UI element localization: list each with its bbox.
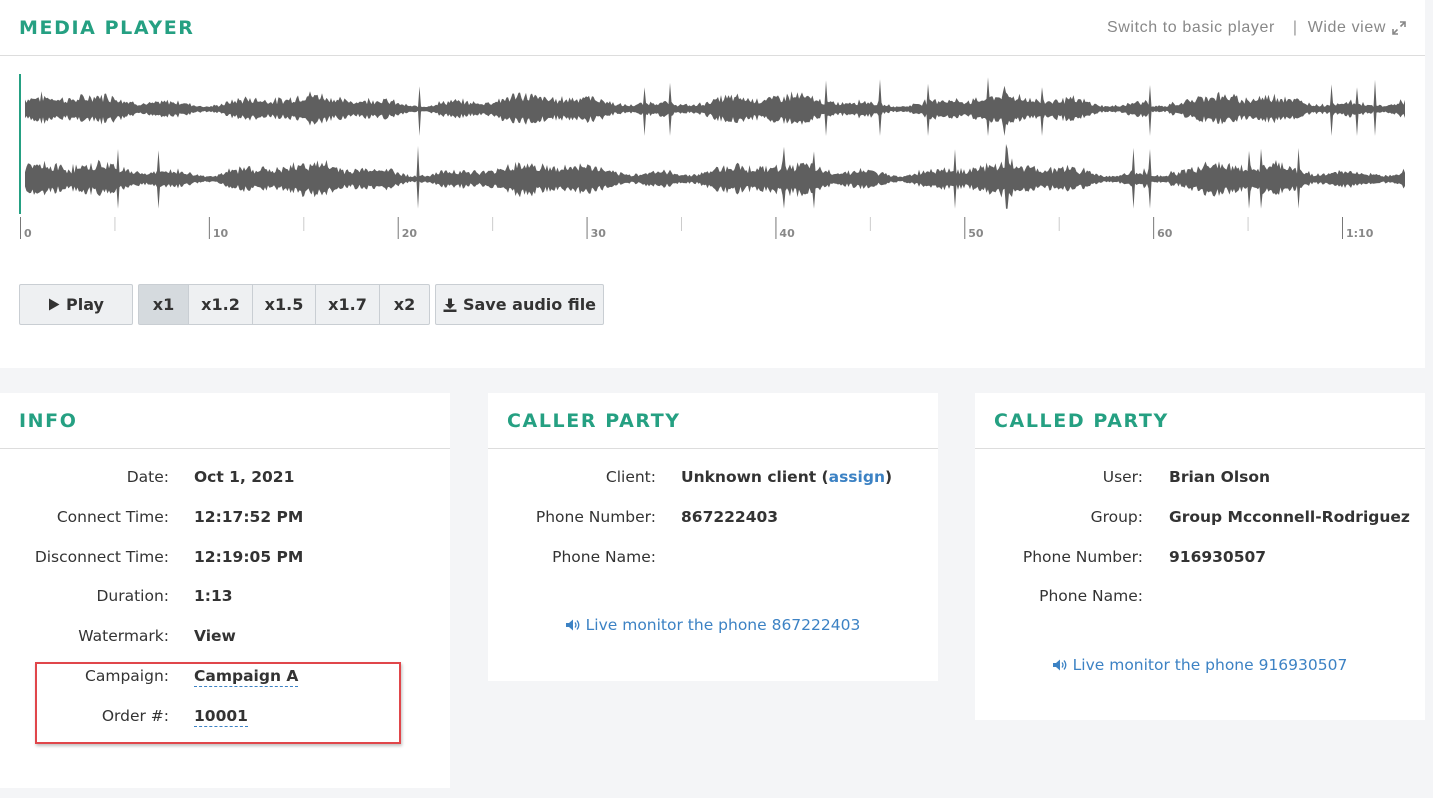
called-rows: User: Brian Olson Group: Group Mcconnell… [975,468,1425,627]
called-header: CALLED PARTY [975,393,1425,449]
header-separator: | [1292,18,1298,36]
speed-button-x1-7[interactable]: x1.7 [315,284,380,325]
disconnect-time-label: Disconnect Time: [34,547,169,566]
timeline-label: 40 [779,227,795,240]
playhead-cursor[interactable] [19,74,21,214]
media-player-panel: MEDIA PLAYER Switch to basic player | Wi… [0,0,1425,368]
user-label: User: [1102,468,1143,486]
info-row-connect: Connect Time: 12:17:52 PM [0,508,450,548]
client-text: Unknown client ( [681,468,829,486]
timeline-label: 20 [402,227,418,240]
group-label: Group: [1090,507,1143,526]
called-title: CALLED PARTY [994,409,1169,432]
info-row-disconnect: Disconnect Time: 12:19:05 PM [0,548,450,588]
info-row-watermark: Watermark: View [0,627,450,667]
speed-button-x2[interactable]: x2 [379,284,430,325]
download-icon [443,298,457,312]
caller-phone-label: Phone Number: [535,507,656,526]
date-value: Oct 1, 2021 [194,468,295,486]
expand-icon[interactable] [1392,20,1406,35]
player-controls: Play x1 x1.2 x1.5 x1.7 x2 Save audio file [19,284,604,325]
called-party-panel: CALLED PARTY User: Brian Olson Group: Gr… [975,393,1425,720]
speed-button-group: x1 x1.2 x1.5 x1.7 x2 [138,284,430,325]
connect-time-label: Connect Time: [56,507,169,526]
media-player-header: MEDIA PLAYER Switch to basic player | Wi… [0,0,1425,56]
called-row-group: Group: Group Mcconnell-Rodriguez [975,508,1425,548]
timeline-label: 10 [213,227,229,240]
play-label: Play [66,295,104,314]
media-player-title: MEDIA PLAYER [19,16,195,39]
called-phone-name-label: Phone Name: [1039,587,1143,606]
caller-phone-value: 867222403 [681,507,779,526]
wide-view-link[interactable]: Wide view [1308,19,1386,37]
timeline-label: 50 [968,227,984,240]
caller-title: CALLER PARTY [507,409,681,432]
speed-button-x1-5[interactable]: x1.5 [252,284,316,325]
timeline-label: 30 [591,227,607,240]
save-audio-label: Save audio file [462,295,597,314]
info-title: INFO [19,409,78,432]
caller-row-phone: Phone Number: 867222403 [488,508,938,548]
called-phone-value: 916930507 [1169,547,1267,566]
disconnect-time-value: 12:19:05 PM [194,547,304,566]
speaker-icon [1052,659,1067,671]
caller-live-monitor-link[interactable]: Live monitor the phone 867222403 [488,616,938,634]
called-row-phone-name: Phone Name: [975,587,1425,627]
waveform-channel [25,144,1405,209]
speaker-icon [565,619,580,631]
caller-header: CALLER PARTY [488,393,938,449]
info-header: INFO [0,393,450,449]
called-live-monitor-link[interactable]: Live monitor the phone 916930507 [975,656,1425,674]
waveform-area[interactable]: 0 10 20 30 40 50 60 1:10 [19,72,1409,242]
player-header-links: Switch to basic player | Wide view [1107,19,1406,37]
save-audio-button[interactable]: Save audio file [435,284,604,325]
info-row-date: Date: Oct 1, 2021 [0,468,450,508]
client-close-paren: ) [884,468,893,486]
watermark-label: Watermark: [78,627,169,646]
caller-phone-name-label: Phone Name: [552,547,656,566]
waveform-channel [25,77,1405,136]
speed-button-x1[interactable]: x1 [138,284,189,325]
timeline-label: 0 [24,227,32,240]
client-value: Unknown client (assign) [681,468,892,486]
called-row-user: User: Brian Olson [975,468,1425,508]
play-icon [49,298,60,311]
called-phone-label: Phone Number: [1022,547,1143,566]
info-row-duration: Duration: 1:13 [0,587,450,627]
watermark-view-link[interactable]: View [194,627,236,645]
duration-value: 1:13 [194,587,233,606]
date-label: Date: [126,468,169,486]
assign-client-link[interactable]: assign [829,468,885,486]
caller-monitor-text: Live monitor the phone 867222403 [585,616,861,634]
user-link[interactable]: Brian Olson [1169,468,1270,486]
waveform[interactable]: 0 10 20 30 40 50 60 1:10 [19,72,1409,242]
called-monitor-text: Live monitor the phone 916930507 [1072,656,1348,674]
timeline-label: 60 [1157,227,1173,240]
speed-button-x1-2[interactable]: x1.2 [188,284,253,325]
called-row-phone: Phone Number: 916930507 [975,548,1425,588]
switch-basic-player-link[interactable]: Switch to basic player [1107,19,1275,37]
group-link[interactable]: Group Mcconnell-Rodriguez [1169,508,1410,526]
duration-label: Duration: [96,587,169,606]
caller-row-client: Client: Unknown client (assign) [488,468,938,508]
connect-time-value: 12:17:52 PM [194,507,304,526]
caller-rows: Client: Unknown client (assign) Phone Nu… [488,468,938,587]
timeline-label: 1:10 [1346,227,1374,240]
client-label: Client: [605,468,656,486]
caller-row-phone-name: Phone Name: [488,548,938,588]
highlight-annotation-box [35,662,401,744]
play-button[interactable]: Play [19,284,133,325]
caller-party-panel: CALLER PARTY Client: Unknown client (ass… [488,393,938,681]
